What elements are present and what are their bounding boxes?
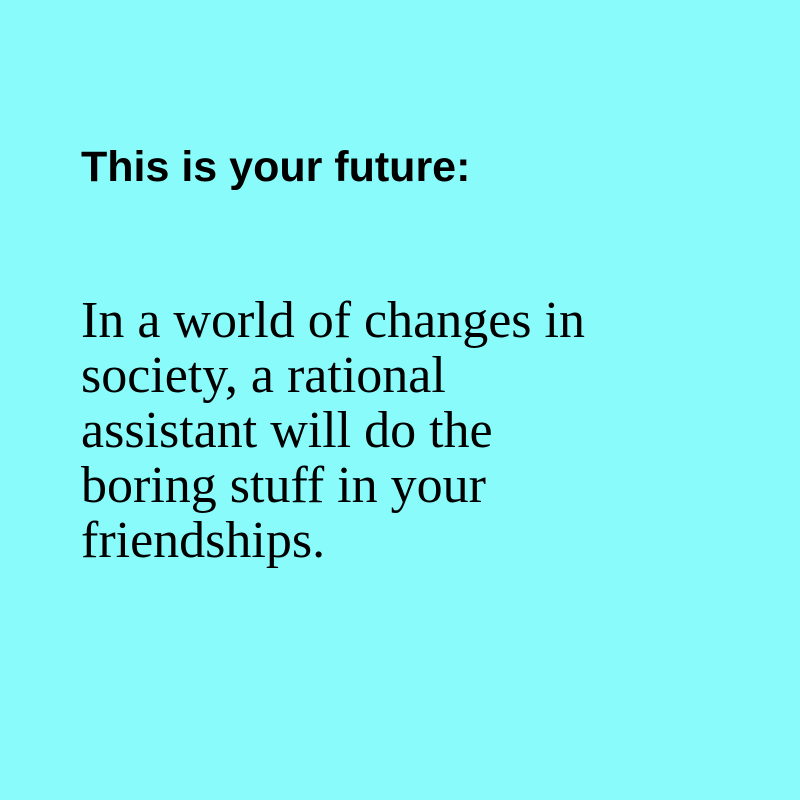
body-line: society, a rational	[81, 347, 446, 404]
body-line: boring stuff in your	[81, 457, 486, 514]
body-line: friendships.	[81, 512, 326, 569]
body-text: In a world of changes in society, a rati…	[81, 293, 585, 568]
body-line: In a world of changes in	[81, 292, 585, 349]
heading: This is your future:	[81, 143, 471, 191]
body-line: assistant will do the	[81, 402, 493, 459]
